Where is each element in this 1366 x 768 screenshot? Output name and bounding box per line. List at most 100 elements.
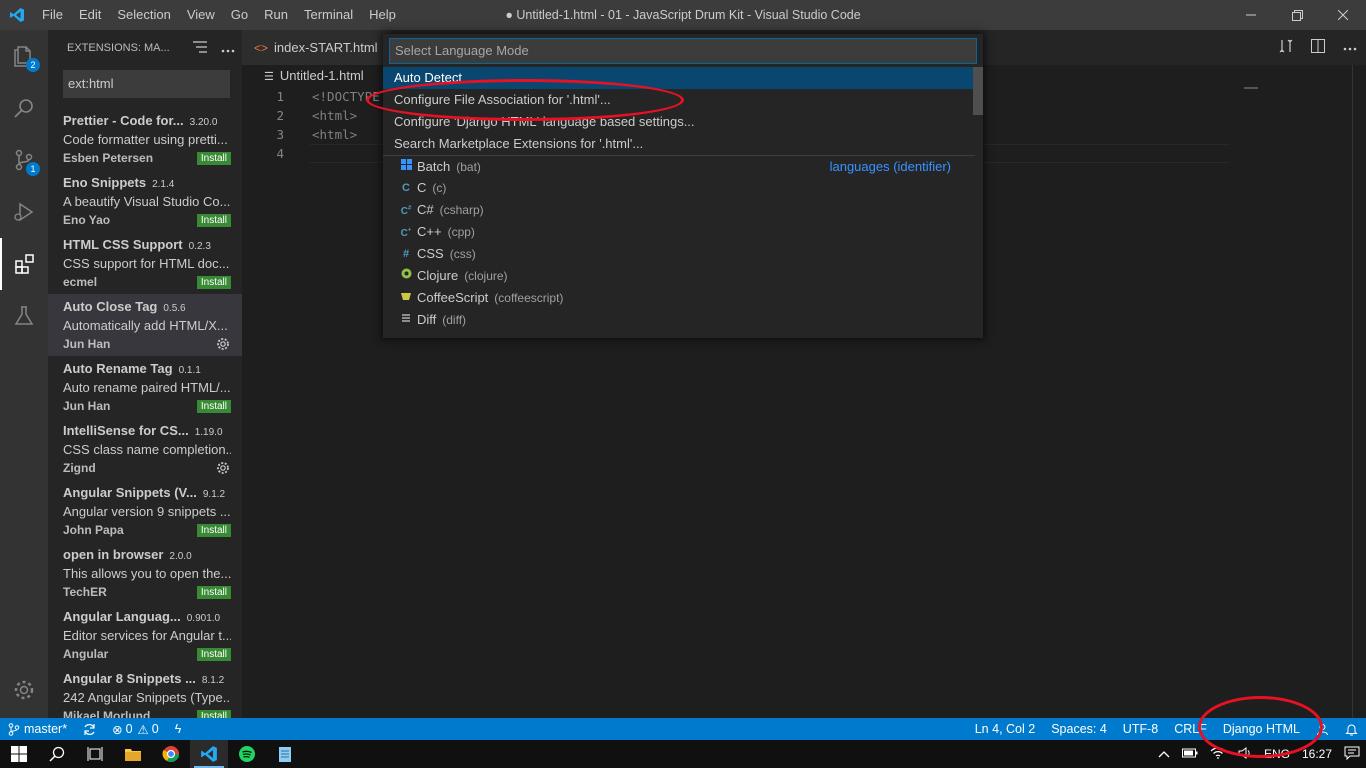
extension-item[interactable]: Auto Close Tag 0.5.6 Automatically add HT… — [48, 294, 242, 356]
extension-description: Auto rename paired HTML/... — [63, 380, 231, 395]
volume-icon[interactable] — [1232, 746, 1258, 762]
extension-item[interactable]: Auto Rename Tag 0.1.1 Auto rename paired … — [48, 356, 242, 418]
extension-item[interactable]: Angular Languag... 0.901.0 Editor service… — [48, 604, 242, 666]
source-control-icon[interactable]: 1 — [0, 134, 48, 186]
more-actions-icon[interactable] — [214, 40, 242, 56]
picker-action-label: Search Marketplace Extensions for '.html… — [394, 136, 644, 151]
language-item[interactable]: Diff (diff) — [383, 309, 975, 331]
eol-status[interactable]: CRLF — [1166, 722, 1215, 736]
extension-item[interactable]: Angular 8 Snippets ... 8.1.2 242 Angular … — [48, 666, 242, 718]
extension-author: Jun Han — [63, 337, 111, 351]
menu-item-run[interactable]: Run — [256, 0, 296, 30]
close-button[interactable] — [1320, 0, 1366, 30]
more-actions-icon[interactable] — [1334, 40, 1366, 55]
menu-item-help[interactable]: Help — [361, 0, 404, 30]
extension-item[interactable]: Prettier - Code for... 3.20.0 Code format… — [48, 108, 242, 170]
branch-status[interactable]: master* — [0, 722, 75, 736]
install-button[interactable]: Install — [196, 523, 231, 537]
language-name: Diff — [417, 312, 437, 327]
windows-start-icon[interactable] — [0, 740, 38, 768]
extension-item[interactable]: open in browser 2.0.0 This allows you to … — [48, 542, 242, 604]
language-item[interactable]: Clojure (clojure) — [383, 265, 975, 287]
language-item[interactable]: Batch (bat) languages (identifier) — [383, 155, 975, 177]
input-language[interactable]: ENG — [1258, 747, 1296, 761]
filter-list-icon[interactable] — [186, 40, 214, 56]
language-item[interactable]: # CSS (css) — [383, 243, 975, 265]
extension-item[interactable]: IntelliSense for CS... 1.19.0 CSS class n… — [48, 418, 242, 480]
manage-gear-icon[interactable] — [215, 460, 231, 476]
wifi-icon[interactable] — [1204, 746, 1232, 762]
extension-version: 0.901.0 — [186, 613, 221, 624]
chevron-up-icon[interactable] — [1152, 747, 1176, 761]
vscode-taskbar-icon[interactable] — [190, 740, 228, 768]
install-button[interactable]: Install — [196, 213, 231, 227]
notepad-icon[interactable] — [266, 740, 304, 768]
split-editor-icon[interactable] — [1302, 38, 1334, 57]
taskbar-search-icon[interactable] — [38, 740, 76, 768]
coffee-icon — [397, 287, 415, 309]
run-debug-icon[interactable] — [0, 186, 48, 238]
language-name: C++ — [417, 224, 442, 239]
menu-item-edit[interactable]: Edit — [71, 0, 109, 30]
language-mode-picker: Select Language Mode Auto Detect Configur… — [383, 34, 983, 338]
sync-icon[interactable] — [75, 723, 104, 736]
file-explorer-icon[interactable] — [114, 740, 152, 768]
problems-status[interactable]: ⊗ 0 ⚠ 0 — [104, 722, 167, 737]
manage-gear-icon[interactable] — [0, 670, 48, 710]
spotify-icon[interactable] — [228, 740, 266, 768]
install-button[interactable]: Install — [196, 399, 231, 413]
editor-scrollbar[interactable] — [1352, 65, 1366, 718]
language-item[interactable]: CoffeeScript (coffeescript) — [383, 287, 975, 309]
menu-item-selection[interactable]: Selection — [109, 0, 178, 30]
live-share-icon[interactable]: ϟ — [167, 722, 190, 736]
restore-button[interactable] — [1274, 0, 1320, 30]
extension-item[interactable]: Eno Snippets 2.1.4 A beautify Visual Stud… — [48, 170, 242, 232]
notifications-bell-icon[interactable] — [1337, 723, 1366, 736]
action-center-icon[interactable] — [1338, 746, 1366, 763]
menu-item-go[interactable]: Go — [223, 0, 256, 30]
picker-action-item[interactable]: Configure File Association for '.html'..… — [383, 89, 975, 111]
picker-scrollbar[interactable] — [973, 67, 983, 115]
menu-item-terminal[interactable]: Terminal — [296, 0, 361, 30]
language-item[interactable]: C C (c) — [383, 177, 975, 199]
picker-action-item[interactable]: Auto Detect — [383, 67, 975, 89]
testing-flask-icon[interactable] — [0, 290, 48, 342]
tab-index-start[interactable]: <> index-START.html — [242, 30, 390, 65]
install-button[interactable]: Install — [196, 647, 231, 661]
extension-search-input[interactable]: ext:html — [63, 70, 230, 98]
language-item[interactable]: C+ C++ (cpp) — [383, 221, 975, 243]
language-mode-status[interactable]: Django HTML — [1215, 722, 1308, 736]
extension-item[interactable]: Angular Snippets (V... 9.1.2 Angular vers… — [48, 480, 242, 542]
picker-action-item[interactable]: Search Marketplace Extensions for '.html… — [383, 133, 975, 155]
breadcrumb-file: Untitled-1.html — [279, 68, 364, 83]
indentation-status[interactable]: Spaces: 4 — [1043, 722, 1115, 736]
extension-item[interactable]: HTML CSS Support 0.2.3 CSS support for HT… — [48, 232, 242, 294]
menu-item-file[interactable]: File — [34, 0, 71, 30]
task-view-icon[interactable] — [76, 740, 114, 768]
manage-gear-icon[interactable] — [215, 336, 231, 352]
picker-action-label: Auto Detect — [394, 70, 462, 85]
activity-bar: 2 1 — [0, 30, 48, 718]
extensions-icon[interactable] — [0, 238, 48, 290]
install-button[interactable]: Install — [196, 585, 231, 599]
language-list: Auto Detect Configure File Association fo… — [383, 67, 975, 331]
language-item[interactable]: C# C# (csharp) — [383, 199, 975, 221]
language-name: Batch — [417, 158, 451, 174]
battery-icon[interactable] — [1176, 747, 1204, 761]
chrome-icon[interactable] — [152, 740, 190, 768]
menu-item-view[interactable]: View — [179, 0, 223, 30]
minimize-button[interactable] — [1228, 0, 1274, 30]
feedback-icon[interactable] — [1308, 723, 1337, 736]
clock[interactable]: 16:27 — [1296, 747, 1338, 761]
install-button[interactable]: Install — [196, 275, 231, 289]
encoding-status[interactable]: UTF-8 — [1115, 722, 1166, 736]
language-search-input[interactable]: Select Language Mode — [389, 38, 977, 64]
install-button[interactable]: Install — [196, 151, 231, 165]
install-button[interactable]: Install — [196, 709, 231, 718]
explorer-icon[interactable]: 2 — [0, 30, 48, 82]
open-changes-icon[interactable] — [1270, 39, 1302, 57]
picker-action-item[interactable]: Configure 'Django HTML' language based s… — [383, 111, 975, 133]
search-icon[interactable] — [0, 82, 48, 134]
extension-version: 1.19.0 — [194, 427, 223, 438]
cursor-position[interactable]: Ln 4, Col 2 — [967, 722, 1043, 736]
